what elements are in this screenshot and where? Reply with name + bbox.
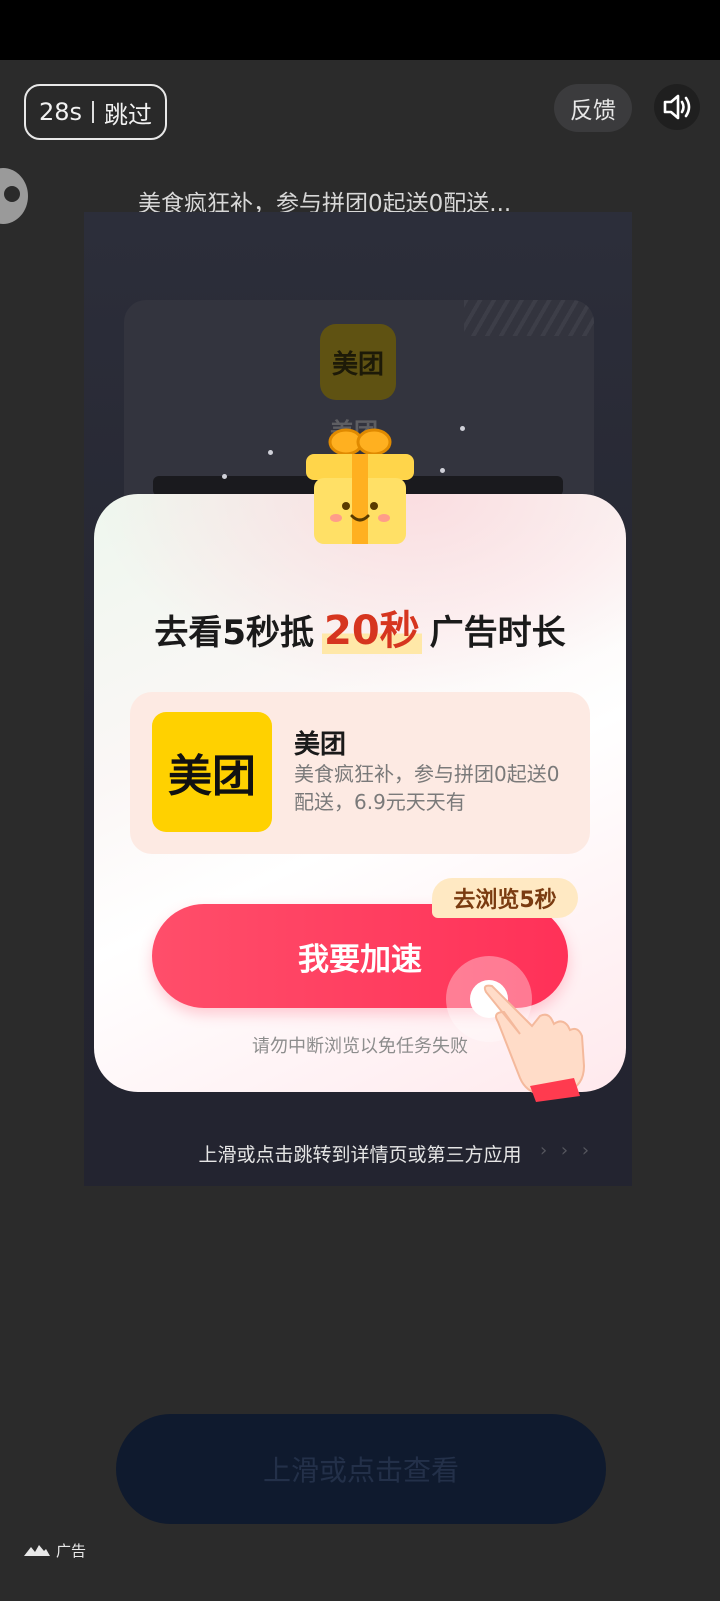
side-avatar[interactable] bbox=[0, 168, 28, 224]
headline-highlight: 20秒 bbox=[322, 608, 422, 654]
dialog-headline: 去看5秒抵 20秒 广告时长 bbox=[94, 598, 626, 656]
mountain-logo-icon bbox=[24, 1545, 50, 1556]
background-brand-logo: 美团 bbox=[320, 324, 396, 400]
skip-label: 跳过 bbox=[104, 100, 153, 129]
headline-suffix: 广告时长 bbox=[429, 613, 566, 653]
ad-tag-label: 广告 bbox=[56, 1541, 87, 1560]
countdown-text: 28s bbox=[38, 98, 83, 126]
sound-toggle-button[interactable] bbox=[654, 84, 700, 130]
skip-button[interactable]: 28s 跳过 bbox=[24, 84, 167, 140]
swipe-arrows: › › › bbox=[540, 1140, 594, 1161]
sparkle bbox=[268, 450, 273, 455]
swipe-view-button[interactable]: 上滑或点击查看 bbox=[116, 1414, 606, 1524]
sparkle bbox=[460, 426, 465, 431]
browse-badge: 去浏览5秒 bbox=[432, 878, 578, 918]
app-name: 美团 bbox=[294, 730, 347, 760]
swipe-hint: 上滑或点击跳转到详情页或第三方应用 bbox=[198, 1144, 522, 1166]
app-description: 美食疯狂补，参与拼团0起送0配送，6.9元天天有 bbox=[294, 762, 560, 814]
divider bbox=[92, 101, 95, 123]
feedback-button[interactable]: 反馈 bbox=[554, 84, 632, 132]
app-logo: 美团 bbox=[152, 712, 272, 832]
decorative-stripes bbox=[464, 300, 594, 336]
gift-box-icon bbox=[306, 428, 414, 544]
sparkle bbox=[440, 468, 445, 473]
warning-text: 请勿中断浏览以免任务失败 bbox=[252, 1036, 468, 1057]
headline-prefix: 去看5秒抵 bbox=[154, 613, 314, 653]
sparkle bbox=[222, 474, 227, 479]
ad-tag: 广告 bbox=[24, 1538, 86, 1562]
speaker-icon bbox=[663, 94, 691, 120]
status-bar bbox=[0, 0, 720, 60]
